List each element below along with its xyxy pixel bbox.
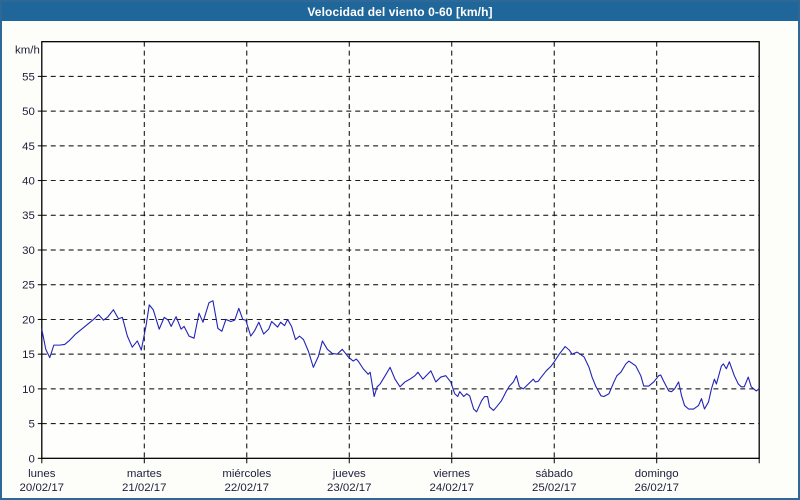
x-day-label: viernes bbox=[433, 468, 470, 480]
y-tick-label: 10 bbox=[22, 384, 35, 396]
x-date-label: 20/02/17 bbox=[20, 482, 64, 494]
y-tick-label: 20 bbox=[22, 314, 35, 326]
y-tick-label: 50 bbox=[22, 106, 35, 118]
y-tick-label: 30 bbox=[22, 245, 35, 257]
y-axis-unit-label: km/h bbox=[15, 45, 40, 57]
x-day-label: domingo bbox=[635, 468, 679, 480]
wind-speed-chart-window: Velocidad del viento 0-60 [km/h] 0 5 10 15 2… bbox=[0, 0, 800, 500]
x-date-label: 21/02/17 bbox=[122, 482, 166, 494]
x-date-label: 22/02/17 bbox=[225, 482, 269, 494]
x-date-label: 24/02/17 bbox=[430, 482, 474, 494]
x-day-label: lunes bbox=[28, 468, 56, 480]
y-tick-label: 25 bbox=[22, 280, 35, 292]
y-tick-label: 35 bbox=[22, 210, 35, 222]
x-day-label: sábado bbox=[535, 468, 572, 480]
wind-speed-chart: 0 5 10 15 20 25 30 35 40 45 50 55 km/h lunes 20/02/17 m… bbox=[15, 41, 760, 494]
x-date-label: 25/02/17 bbox=[532, 482, 576, 494]
x-date-label: 23/02/17 bbox=[327, 482, 371, 494]
y-tick-label: 40 bbox=[22, 176, 35, 188]
x-day-label: martes bbox=[127, 468, 162, 480]
x-day-label: jueves bbox=[332, 468, 366, 480]
y-tick-label: 15 bbox=[22, 349, 35, 361]
y-tick-label: 5 bbox=[28, 419, 34, 431]
y-tick-label: 0 bbox=[28, 453, 34, 465]
x-date-label: 26/02/17 bbox=[634, 482, 678, 494]
y-tick-label: 55 bbox=[22, 71, 35, 83]
y-tick-label: 45 bbox=[22, 141, 35, 153]
x-day-label: miércoles bbox=[222, 468, 271, 480]
